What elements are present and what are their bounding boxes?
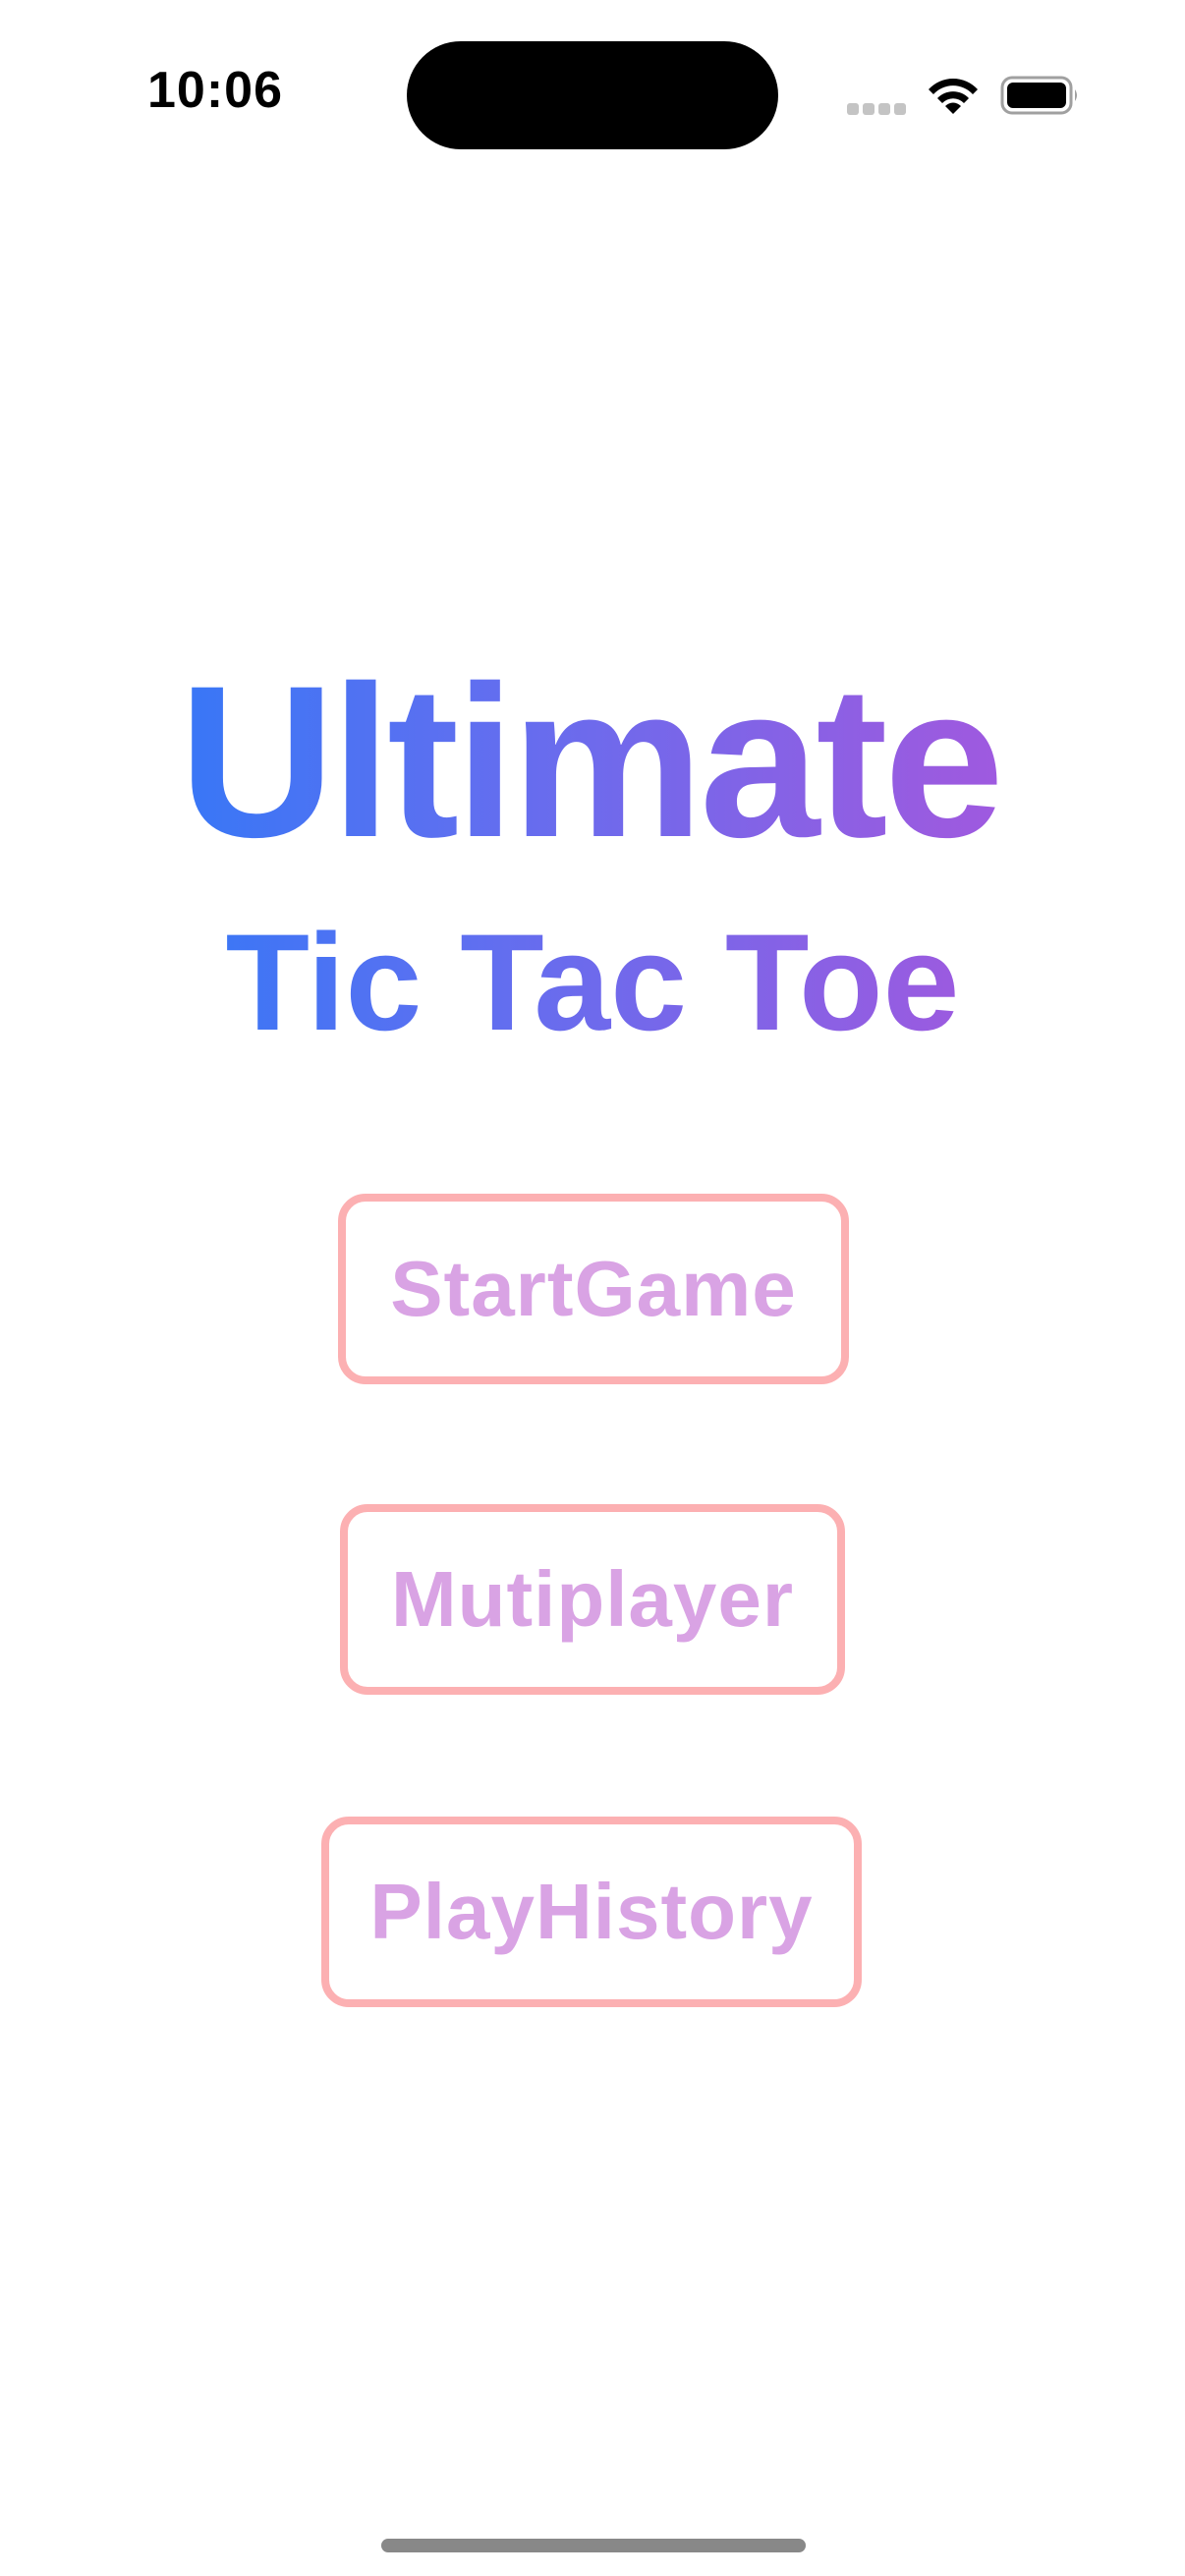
dynamic-island — [407, 41, 778, 149]
home-indicator[interactable] — [381, 2539, 806, 2552]
status-time: 10:06 — [147, 62, 283, 119]
cellular-signal-icon — [847, 102, 910, 116]
app-title: Ultimate — [0, 653, 1182, 869]
home-screen: 10:06 Ultimate Tic Tac Toe StartGame Mut… — [0, 0, 1185, 2576]
multiplayer-button[interactable]: Mutiplayer — [340, 1504, 845, 1695]
play-history-button[interactable]: PlayHistory — [321, 1817, 862, 2007]
start-game-button[interactable]: StartGame — [338, 1194, 849, 1384]
app-subtitle: Tic Tac Toe — [0, 914, 1185, 1051]
wifi-icon — [929, 79, 978, 114]
battery-icon — [1000, 76, 1077, 115]
